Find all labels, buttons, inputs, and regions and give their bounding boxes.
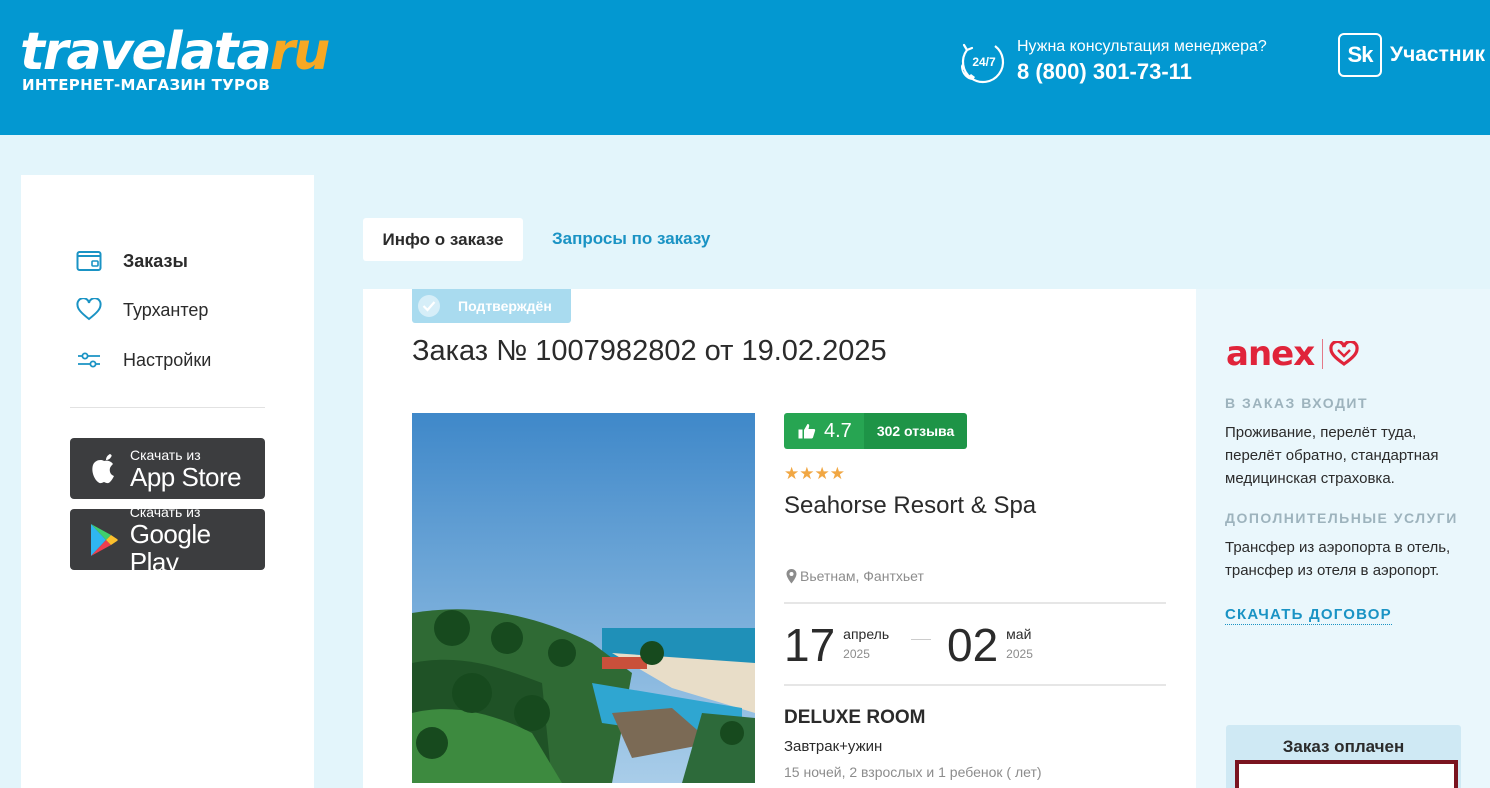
google-play-button[interactable]: Скачать из Google Play — [70, 504, 265, 576]
date-to-month: май — [1006, 626, 1032, 642]
support-phone[interactable]: 8 (800) 301-73-11 — [1017, 57, 1267, 87]
sidebar: Заказы Турхантер Настройки Скачать из Ap… — [21, 175, 314, 788]
phone-24-7-icon: 24/7 — [961, 43, 1005, 84]
nights-guests: 15 ночей, 2 взрослых и 1 ребенок ( лет) — [784, 764, 1042, 780]
app-store-button[interactable]: Скачать из App Store — [70, 438, 265, 499]
tab-order-requests[interactable]: Запросы по заказу — [552, 229, 710, 249]
google-play-icon — [84, 520, 124, 560]
logo-text: travelata — [20, 22, 272, 82]
extra-services-label: ДОПОЛНИТЕЛЬНЫЕ УСЛУГИ — [1225, 510, 1458, 526]
location-pin-icon — [786, 568, 797, 583]
order-card: Подтверждён Заказ № 1007982802 от 19.02.… — [363, 289, 1196, 788]
included-label: В ЗАКАЗ ВХОДИТ — [1225, 395, 1369, 411]
skolkovo-icon: Sk — [1338, 33, 1382, 77]
hotel-stars: ★★★★ — [784, 464, 845, 483]
payment-status-block: Заказ оплачен — [1226, 725, 1461, 788]
payment-frame — [1235, 760, 1458, 788]
operator-name: anex — [1226, 334, 1315, 374]
support-question: Нужна консультация менеджера? — [1017, 38, 1267, 55]
heart-icon — [75, 296, 103, 324]
date-to: 02 май 2025 — [947, 619, 1033, 671]
sidebar-item-settings[interactable]: Настройки — [75, 346, 211, 374]
hotel-name[interactable]: Seahorse Resort & Spa — [784, 492, 1036, 520]
divider — [784, 602, 1166, 604]
extra-services-text: Трансфер из аэропорта в отель, трансфер … — [1225, 539, 1451, 579]
hotel-photo[interactable] — [412, 413, 755, 783]
check-icon — [418, 295, 440, 317]
hotel-location: Вьетнам, Фантхьет — [786, 568, 924, 584]
tab-order-info[interactable]: Инфо о заказе — [363, 218, 523, 261]
sliders-icon — [75, 346, 103, 374]
google-play-small: Скачать из — [129, 503, 201, 520]
sidebar-item-label: Настройки — [123, 349, 212, 370]
date-from-year: 2025 — [843, 647, 870, 661]
anex-logo: anex — [1226, 337, 1359, 371]
order-summary-panel: anex В ЗАКАЗ ВХОДИТ Проживание, перелёт … — [1196, 289, 1490, 788]
sidebar-divider — [70, 407, 265, 408]
skolkovo-label: Участник — [1390, 43, 1486, 66]
site-header: travelataru ИНТЕРНЕТ-МАГАЗИН ТУРОВ 24/7 … — [0, 0, 1490, 135]
room-type: DELUXE ROOM — [784, 707, 926, 728]
thumbs-up-icon — [798, 424, 816, 439]
date-from-day: 17 — [784, 619, 836, 671]
payment-status: Заказ оплачен — [1282, 737, 1405, 756]
page-title: Заказ № 1007982802 от 19.02.2025 — [412, 335, 887, 367]
status-label: Подтверждён — [458, 298, 552, 314]
date-to-day: 02 — [947, 619, 999, 671]
sidebar-item-label: Заказы — [123, 250, 188, 271]
skolkovo-participant[interactable]: Sk Участник — [1338, 33, 1485, 77]
sidebar-item-tourhunter[interactable]: Турхантер — [75, 296, 208, 324]
app-store-label: App Store — [130, 461, 242, 492]
apple-icon — [84, 449, 124, 489]
reviews-count: 302 отзыва — [863, 413, 968, 449]
rating-badge[interactable]: 4.7 302 отзыва — [784, 413, 968, 449]
rating-score: 4.7 — [824, 419, 852, 442]
included-text: Проживание, перелёт туда, перелёт обратн… — [1225, 424, 1439, 487]
location-label: Вьетнам, Фантхьет — [800, 568, 924, 584]
support-block[interactable]: 24/7 Нужна консультация менеджера? 8 (80… — [955, 36, 1267, 88]
travelata-logo[interactable]: travelataru ИНТЕРНЕТ-МАГАЗИН ТУРОВ — [20, 22, 331, 94]
wallet-icon — [75, 247, 103, 275]
download-contract-link[interactable]: СКАЧАТЬ ДОГОВОР — [1225, 606, 1392, 625]
date-from-month: апрель — [843, 626, 890, 642]
anex-heart-icon — [1329, 341, 1359, 366]
sidebar-item-orders[interactable]: Заказы — [75, 247, 188, 275]
divider — [784, 684, 1166, 686]
google-play-label: Google Play — [129, 518, 211, 577]
logo-ru: ru — [269, 22, 331, 82]
sidebar-item-label: Турхантер — [123, 299, 209, 320]
support-badge: 24/7 — [972, 55, 996, 69]
date-separator — [911, 639, 931, 640]
meal-plan: Завтрак+ужин — [784, 738, 883, 755]
date-to-year: 2025 — [1006, 647, 1033, 661]
date-from: 17 апрель 2025 — [784, 619, 889, 671]
app-store-small: Скачать из — [130, 446, 201, 463]
status-badge: Подтверждён — [412, 289, 571, 323]
